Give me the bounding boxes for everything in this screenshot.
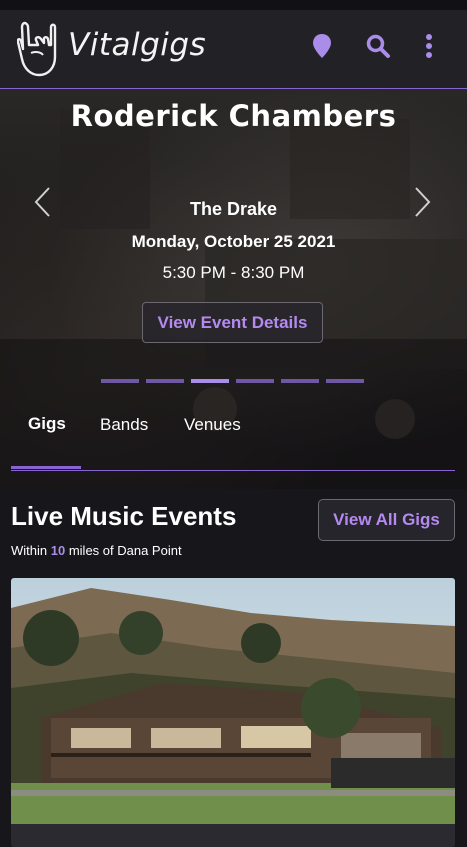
view-all-gigs-button[interactable]: View All Gigs (318, 499, 455, 541)
tab-gigs[interactable]: Gigs (28, 414, 66, 434)
view-event-details-button[interactable]: View Event Details (142, 302, 323, 343)
more-vertical-icon[interactable] (415, 32, 443, 60)
search-icon[interactable] (364, 32, 392, 60)
hero-band-name[interactable]: Roderick Chambers (0, 99, 467, 133)
carousel-dot-active[interactable] (191, 379, 229, 383)
carousel-indicators (101, 379, 364, 383)
carousel-dot[interactable] (146, 379, 184, 383)
tab-venues[interactable]: Venues (184, 415, 241, 435)
event-card-photo[interactable] (11, 578, 455, 824)
event-card[interactable] (11, 578, 455, 847)
event-card-footer (11, 824, 455, 847)
tab-bar: Gigs Bands Venues (11, 398, 455, 471)
tab-active-underline (11, 466, 81, 469)
events-section-title: Live Music Events (11, 501, 237, 531)
hero-date: Monday, October 25 2021 (131, 232, 336, 251)
carousel-dot[interactable] (236, 379, 274, 383)
within-miles[interactable]: 10 (51, 543, 65, 558)
rock-hand-logo-icon[interactable] (17, 19, 59, 79)
location-pin-icon[interactable] (308, 32, 336, 60)
hero-carousel: Roderick Chambers The Drake Monday, Octo… (0, 89, 467, 489)
carousel-dot[interactable] (326, 379, 364, 383)
tab-bands[interactable]: Bands (100, 415, 148, 435)
carousel-dot[interactable] (101, 379, 139, 383)
events-radius-text: Within 10 miles of Dana Point (11, 543, 182, 558)
carousel-dot[interactable] (281, 379, 319, 383)
within-suffix: miles of Dana Point (68, 543, 182, 558)
navbar: Vitalgigs (0, 10, 467, 89)
within-prefix: Within (11, 543, 48, 558)
status-strip (0, 0, 467, 10)
hero-time: 5:30 PM - 8:30 PM (162, 263, 305, 282)
hero-venue[interactable]: The Drake (0, 199, 467, 220)
brand-name[interactable]: Vitalgigs (68, 27, 206, 63)
